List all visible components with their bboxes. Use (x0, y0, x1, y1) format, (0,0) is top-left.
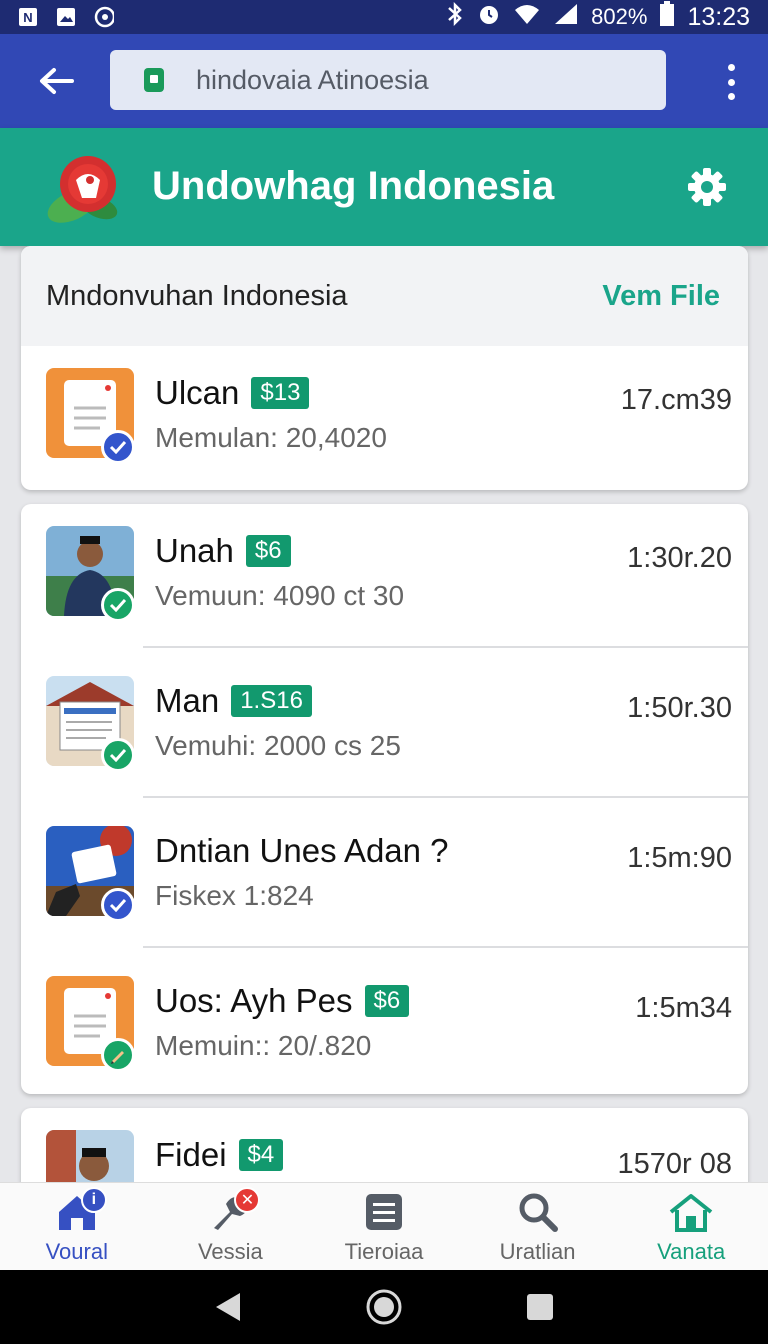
list-item[interactable]: Ulcan $13 Memulan: 20,4020 17.cm39 (21, 346, 748, 490)
items-card: Fidei $4 1570r 08 (21, 1108, 748, 1182)
item-name: Man (155, 682, 220, 719)
item-subtitle: Memulan: 20,4020 (155, 422, 387, 453)
arrow-left-icon (40, 68, 74, 94)
nav-item-vanata[interactable]: Vanata (614, 1183, 768, 1270)
system-home-button[interactable] (364, 1287, 404, 1327)
check-badge-icon (101, 588, 135, 622)
item-name: Unah (155, 532, 234, 569)
item-title: Man 1.S16 (155, 682, 312, 720)
home-outline-icon (667, 1189, 715, 1235)
sync-icon (94, 6, 114, 28)
item-time: 1570r 08 (617, 1148, 733, 1180)
square-recents-icon (527, 1294, 553, 1320)
check-badge-icon (101, 430, 135, 464)
signal-icon (553, 2, 579, 33)
triangle-back-icon (216, 1293, 240, 1321)
list-item[interactable]: Dntian Unes Adan ? Fiskex 1:824 1:5m:90 (21, 804, 748, 952)
nav-label: Uratlian (499, 1239, 576, 1264)
circle-home-icon (366, 1289, 402, 1325)
bluetooth-icon (445, 1, 465, 33)
gear-icon (688, 168, 726, 206)
system-recents-button[interactable] (520, 1287, 560, 1327)
item-subtitle: Vemuun: 4090 ct 30 (155, 580, 405, 611)
nav-label: Vessia (197, 1239, 263, 1264)
app-title: Undowhag Indonesia (152, 164, 555, 208)
more-options-button[interactable] (724, 64, 738, 100)
nav-label: Vanata (657, 1239, 726, 1264)
battery-percent: 802% (591, 4, 648, 29)
system-back-button[interactable] (208, 1287, 248, 1327)
item-time: 1:30r.20 (627, 542, 732, 574)
item-title: Dntian Unes Adan ? (155, 832, 449, 870)
check-badge-icon (101, 888, 135, 922)
wifi-icon (513, 2, 541, 33)
item-title: Uos: Ayh Pes $6 (155, 982, 410, 1020)
divider (143, 796, 748, 798)
item-time: 17.cm39 (620, 384, 732, 416)
settings-button[interactable] (686, 166, 728, 208)
content-list[interactable]: Mndonvuhan Indonesia Vem File Ulcan $13 … (0, 246, 768, 1182)
nav-item-uratlian[interactable]: Uratlian (461, 1183, 615, 1270)
app-logo-icon (44, 150, 122, 228)
price-badge: $13 (251, 377, 310, 409)
edit-badge-icon (101, 1038, 135, 1072)
divider (143, 646, 748, 648)
nav-label: Voural (45, 1239, 108, 1264)
price-badge: 1.S16 (231, 685, 312, 717)
url-text: hindovaia Atinoesia (196, 64, 429, 95)
list-item[interactable]: Uos: Ayh Pes $6 Memuin:: 20/.820 1:5m34 (21, 954, 748, 1094)
photo-icon (56, 7, 76, 27)
site-security-icon (142, 66, 166, 94)
svg-text:N: N (23, 10, 32, 25)
search-icon (514, 1189, 562, 1235)
nav-item-voural[interactable]: i Voural (0, 1183, 154, 1270)
item-subtitle: Memuin:: 20/.820 (155, 1030, 372, 1061)
back-button[interactable] (0, 34, 112, 128)
price-badge: $6 (245, 535, 291, 567)
section-title: Mndonvuhan Indonesia (46, 279, 348, 312)
list-item[interactable]: Fidei $4 1570r 08 (21, 1108, 748, 1182)
item-name: Dntian Unes Adan ? (155, 832, 449, 869)
wrench-icon: ✕ (206, 1187, 261, 1235)
notification-n-icon: N (18, 7, 38, 27)
item-time: 1:5m:90 (627, 842, 732, 874)
view-file-link[interactable]: Vem File (602, 280, 720, 313)
nav-item-vessia[interactable]: ✕ Vessia (154, 1183, 308, 1270)
divider (143, 946, 748, 948)
list-item[interactable]: Man 1.S16 Vemuhi: 2000 cs 25 1:50r.30 (21, 654, 748, 802)
status-bar: N 802% 13:23 (0, 0, 768, 34)
clock-time: 13:23 (687, 2, 750, 31)
info-badge-icon: i (80, 1187, 107, 1213)
system-navigation-bar (0, 1270, 768, 1344)
item-name: Fidei (155, 1136, 227, 1173)
item-title: Ulcan $13 (155, 374, 310, 412)
item-subtitle: Fiskex 1:824 (155, 880, 314, 911)
browser-toolbar: hindovaia Atinoesia (0, 34, 768, 128)
home-icon: i (53, 1187, 107, 1235)
item-time: 1:5m34 (635, 992, 732, 1024)
item-title: Unah $6 (155, 532, 291, 570)
nav-label: Tieroiaa (344, 1239, 424, 1264)
item-name: Uos: Ayh Pes (155, 982, 353, 1019)
alarm-icon (477, 2, 501, 33)
list-item[interactable]: Unah $6 Vemuun: 4090 ct 30 1:30r.20 (21, 504, 748, 652)
section-card: Mndonvuhan Indonesia Vem File Ulcan $13 … (21, 246, 748, 490)
list-icon (360, 1189, 408, 1235)
error-badge-icon: ✕ (234, 1187, 261, 1213)
nav-item-tieroiaa[interactable]: Tieroiaa (307, 1183, 461, 1270)
url-field[interactable]: hindovaia Atinoesia (110, 50, 666, 110)
item-title: Fidei $4 (155, 1136, 284, 1174)
item-name: Ulcan (155, 374, 240, 411)
items-card: Unah $6 Vemuun: 4090 ct 30 1:30r.20 Man … (21, 504, 748, 1094)
section-header: Mndonvuhan Indonesia Vem File (21, 246, 748, 346)
item-time: 1:50r.30 (627, 692, 732, 724)
item-subtitle: Vemuhi: 2000 cs 25 (155, 730, 401, 761)
check-badge-icon (101, 738, 135, 772)
bottom-navigation: i Voural ✕ Vessia Tieroiaa Uratlian Vana… (0, 1182, 768, 1270)
app-header: Undowhag Indonesia (0, 128, 768, 246)
person-photo (46, 1130, 134, 1182)
battery-icon (659, 0, 675, 34)
price-badge: $6 (364, 985, 410, 1017)
price-badge: $4 (238, 1139, 284, 1171)
